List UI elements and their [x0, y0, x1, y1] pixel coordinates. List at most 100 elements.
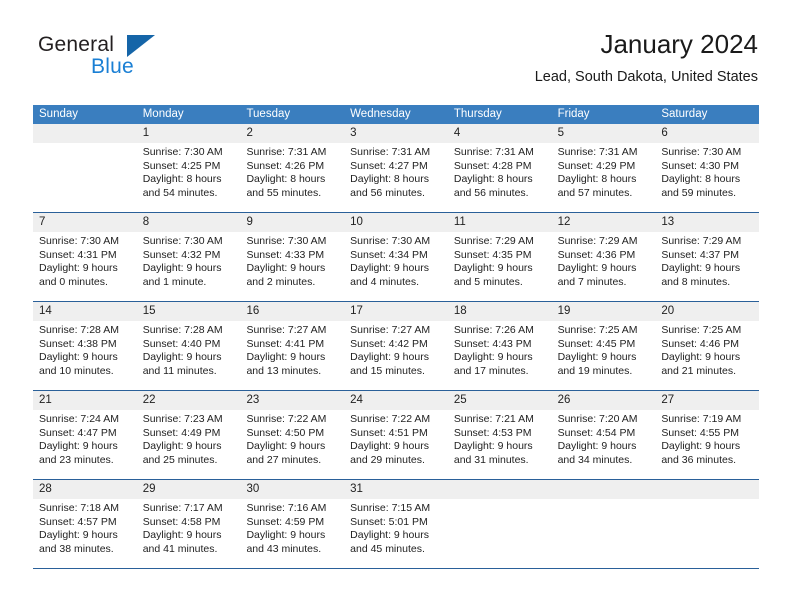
day-detail-line: Daylight: 9 hours	[39, 440, 118, 452]
day-cell[interactable]: Sunrise: 7:30 AM Sunset: 4:33 PM Daylight:…	[240, 232, 344, 301]
weekday-tuesday: Tuesday	[246, 108, 291, 120]
day-number[interactable]: 29	[137, 480, 241, 499]
day-number[interactable]: 19	[552, 302, 656, 321]
day-cell[interactable]: Sunrise: 7:28 AM Sunset: 4:40 PM Daylight:…	[137, 321, 241, 390]
day-cell[interactable]: Sunrise: 7:27 AM Sunset: 4:42 PM Daylight:…	[344, 321, 448, 390]
day-cell	[552, 499, 656, 568]
day-cell[interactable]: Sunrise: 7:22 AM Sunset: 4:51 PM Daylight:…	[344, 410, 448, 479]
day-detail-line: and 56 minutes.	[453, 186, 529, 199]
day-number[interactable]: 1	[137, 124, 241, 143]
day-cell[interactable]: Sunrise: 7:24 AM Sunset: 4:47 PM Daylight:…	[33, 410, 137, 479]
day-cell[interactable]: Sunrise: 7:30 AM Sunset: 4:31 PM Daylight:…	[33, 232, 137, 301]
day-detail-line: Daylight: 9 hours	[350, 529, 429, 541]
day-detail-line: and 1 minute.	[142, 275, 207, 288]
day-number[interactable]: 27	[655, 391, 759, 410]
day-cell[interactable]: Sunrise: 7:30 AM Sunset: 4:25 PM Daylight:…	[137, 143, 241, 212]
day-cell[interactable]: Sunrise: 7:29 AM Sunset: 4:37 PM Daylight:…	[655, 232, 759, 301]
day-cell[interactable]: Sunrise: 7:30 AM Sunset: 4:32 PM Daylight:…	[137, 232, 241, 301]
day-detail-line: Sunrise: 7:30 AM	[246, 235, 327, 247]
day-number[interactable]: 26	[552, 391, 656, 410]
day-detail-line: Sunset: 4:54 PM	[557, 426, 636, 439]
day-cell[interactable]: Sunrise: 7:28 AM Sunset: 4:38 PM Daylight:…	[33, 321, 137, 390]
day-number[interactable]: 30	[240, 480, 344, 499]
day-number[interactable]: 9	[240, 213, 344, 232]
day-cell[interactable]: Sunrise: 7:20 AM Sunset: 4:54 PM Daylight:…	[552, 410, 656, 479]
day-detail-line: Sunset: 4:37 PM	[661, 248, 739, 261]
week-detail-row: Sunrise: 7:30 AM Sunset: 4:25 PM Daylight:…	[33, 143, 759, 212]
day-number[interactable]: 7	[33, 213, 137, 232]
day-detail-line: and 59 minutes.	[661, 186, 737, 199]
calendar-week-row: 1 2 3 4 5 6 Sunrise: 7:30 AM Sunset: 4:25 PM Day…	[33, 124, 759, 213]
day-cell[interactable]: Sunrise: 7:25 AM Sunset: 4:46 PM Daylight:…	[655, 321, 759, 390]
day-detail-line: and 57 minutes.	[557, 186, 633, 199]
day-number[interactable]: 21	[33, 391, 137, 410]
day-detail-line: and 25 minutes.	[142, 453, 218, 466]
day-detail-line: Sunrise: 7:19 AM	[661, 413, 742, 425]
day-detail-line: Sunrise: 7:17 AM	[142, 502, 223, 514]
day-number[interactable]: 31	[344, 480, 448, 499]
day-detail-line: Daylight: 9 hours	[661, 351, 741, 363]
day-cell[interactable]: Sunrise: 7:30 AM Sunset: 4:30 PM Daylight:…	[655, 143, 759, 212]
day-number[interactable]: 13	[655, 213, 759, 232]
day-detail-line: Sunrise: 7:28 AM	[142, 324, 223, 336]
day-number	[552, 480, 656, 499]
day-cell	[655, 499, 759, 568]
day-cell[interactable]: Sunrise: 7:29 AM Sunset: 4:36 PM Daylight:…	[552, 232, 656, 301]
day-number[interactable]: 6	[655, 124, 759, 143]
day-number[interactable]: 24	[344, 391, 448, 410]
day-detail-line: Sunset: 4:43 PM	[453, 337, 532, 350]
day-cell[interactable]: Sunrise: 7:26 AM Sunset: 4:43 PM Daylight:…	[448, 321, 552, 390]
day-number[interactable]: 16	[240, 302, 344, 321]
day-number[interactable]: 14	[33, 302, 137, 321]
day-number[interactable]: 23	[240, 391, 344, 410]
day-detail-line: and 10 minutes.	[39, 364, 114, 377]
day-number[interactable]: 3	[344, 124, 448, 143]
day-detail-line: Daylight: 9 hours	[350, 262, 429, 274]
day-number[interactable]: 18	[448, 302, 552, 321]
day-detail-line: Sunset: 4:50 PM	[246, 426, 325, 439]
day-number[interactable]: 22	[137, 391, 241, 410]
weekday-wednesday: Wednesday	[350, 108, 411, 120]
day-number[interactable]: 8	[137, 213, 241, 232]
day-cell[interactable]: Sunrise: 7:27 AM Sunset: 4:41 PM Daylight:…	[240, 321, 344, 390]
day-number[interactable]: 5	[552, 124, 656, 143]
day-detail-line: Daylight: 9 hours	[39, 529, 118, 541]
day-number[interactable]: 28	[33, 480, 137, 499]
week-detail-row: Sunrise: 7:30 AM Sunset: 4:31 PM Daylight:…	[33, 232, 759, 301]
day-number[interactable]: 2	[240, 124, 344, 143]
day-cell[interactable]: Sunrise: 7:17 AM Sunset: 4:58 PM Daylight:…	[137, 499, 241, 568]
day-cell[interactable]: Sunrise: 7:16 AM Sunset: 4:59 PM Daylight:…	[240, 499, 344, 568]
day-number[interactable]: 4	[448, 124, 552, 143]
day-number[interactable]: 15	[137, 302, 241, 321]
day-cell[interactable]: Sunrise: 7:30 AM Sunset: 4:34 PM Daylight:…	[344, 232, 448, 301]
calendar-weeks: 1 2 3 4 5 6 Sunrise: 7:30 AM Sunset: 4:25 PM Day…	[33, 124, 759, 569]
day-number[interactable]: 11	[448, 213, 552, 232]
day-number	[448, 480, 552, 499]
day-number[interactable]: 17	[344, 302, 448, 321]
calendar-week-row: 28 29 30 31 Sunrise: 7:18 AM Sunset: 4:57 PM D…	[33, 480, 759, 569]
day-detail-line: Sunrise: 7:30 AM	[142, 146, 223, 158]
day-number[interactable]: 10	[344, 213, 448, 232]
day-detail-line: Sunrise: 7:16 AM	[246, 502, 327, 514]
day-cell[interactable]: Sunrise: 7:18 AM Sunset: 4:57 PM Daylight:…	[33, 499, 137, 568]
day-detail-line: Sunset: 4:55 PM	[661, 426, 739, 439]
day-detail-line: Daylight: 9 hours	[661, 262, 741, 274]
day-cell[interactable]: Sunrise: 7:25 AM Sunset: 4:45 PM Daylight:…	[552, 321, 656, 390]
day-cell[interactable]: Sunrise: 7:23 AM Sunset: 4:49 PM Daylight:…	[137, 410, 241, 479]
calendar-page: General Blue January 2024 Lead, South Da…	[0, 0, 792, 612]
day-detail-line: Daylight: 9 hours	[142, 262, 222, 274]
day-cell[interactable]: Sunrise: 7:29 AM Sunset: 4:35 PM Daylight:…	[448, 232, 552, 301]
day-number[interactable]: 25	[448, 391, 552, 410]
day-cell[interactable]: Sunrise: 7:31 AM Sunset: 4:29 PM Daylight:…	[552, 143, 656, 212]
day-detail-line: Sunrise: 7:28 AM	[39, 324, 119, 336]
weekday-saturday: Saturday	[661, 108, 708, 120]
day-cell[interactable]: Sunrise: 7:15 AM Sunset: 5:01 PM Daylight:…	[344, 499, 448, 568]
day-cell[interactable]: Sunrise: 7:31 AM Sunset: 4:27 PM Daylight:…	[344, 143, 448, 212]
day-cell[interactable]: Sunrise: 7:22 AM Sunset: 4:50 PM Daylight:…	[240, 410, 344, 479]
day-number[interactable]: 12	[552, 213, 656, 232]
day-number[interactable]: 20	[655, 302, 759, 321]
day-cell[interactable]: Sunrise: 7:31 AM Sunset: 4:28 PM Daylight:…	[448, 143, 552, 212]
day-cell[interactable]: Sunrise: 7:19 AM Sunset: 4:55 PM Daylight:…	[655, 410, 759, 479]
day-cell[interactable]: Sunrise: 7:31 AM Sunset: 4:26 PM Daylight:…	[240, 143, 344, 212]
day-cell[interactable]: Sunrise: 7:21 AM Sunset: 4:53 PM Daylight:…	[448, 410, 552, 479]
